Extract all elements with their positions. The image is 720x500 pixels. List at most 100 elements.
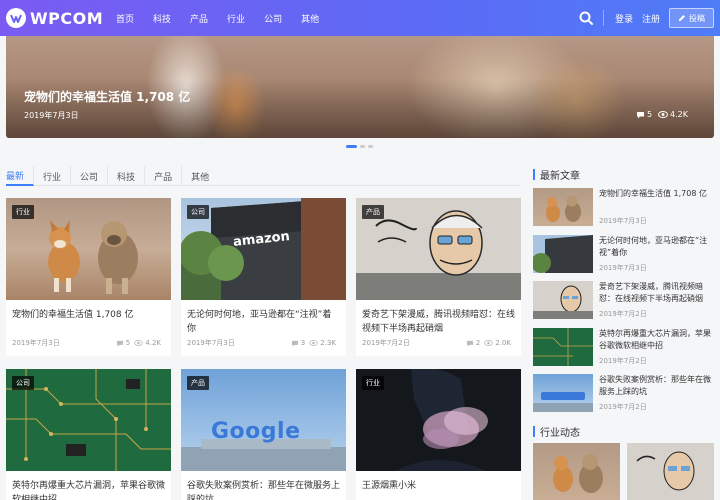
sidebar-article[interactable]: 英特尔再爆重大芯片漏洞，苹果谷歌微软相继中招 2019年7月2日 — [533, 328, 714, 368]
article-thumbnail[interactable]: amazon 公司 — [181, 198, 346, 300]
sidebar-article[interactable]: 爱奇艺下架漫威，腾讯视频暗怼：在线视频下半场再起硝烟 2019年7月2日 — [533, 281, 714, 321]
category-badge[interactable]: 行业 — [362, 376, 384, 390]
article-date: 2019年7月3日 — [187, 339, 235, 347]
tab-tech[interactable]: 科技 — [108, 166, 146, 186]
article-card[interactable]: 公司 英特尔再爆重大芯片漏洞，苹果谷歌微软相继中招 — [6, 369, 171, 500]
article-thumbnail[interactable]: 行业 — [356, 369, 521, 471]
hero-stats: 5 4.2K — [636, 110, 694, 119]
article-meta: 2019年7月2日 2 2.0K — [362, 338, 515, 348]
header-divider — [603, 10, 604, 26]
tab-company[interactable]: 公司 — [71, 166, 109, 186]
register-link[interactable]: 注册 — [642, 12, 660, 25]
article-title[interactable]: 宠物们的幸福生活值 1,708 亿 — [6, 300, 171, 338]
submit-post-label: 投稿 — [689, 13, 705, 23]
eye-icon — [484, 340, 494, 346]
nav-item-home[interactable]: 首页 — [116, 12, 134, 25]
google-sign-text: Google — [211, 419, 301, 444]
industry-news-thumbnail[interactable] — [533, 443, 620, 500]
article-title[interactable]: 谷歌失败案例赏析：那些年在微服务上踩的坑 — [181, 471, 346, 500]
industry-news-heading: 行业动态 — [533, 424, 580, 439]
nav-item-industry[interactable]: 行业 — [227, 12, 245, 25]
article-title[interactable]: 无论何时何地，亚马逊都在“注视”着你 — [181, 300, 346, 338]
hero-shade — [6, 78, 714, 138]
login-link[interactable]: 登录 — [615, 12, 633, 25]
eye-icon — [309, 340, 319, 346]
tab-other[interactable]: 其他 — [182, 166, 218, 186]
article-card[interactable]: 产品 爱奇艺下架漫威，腾讯视频暗怼：在线视频下半场再起硝烟 2019年7月2日 … — [356, 198, 521, 356]
category-tabs: 最新 行业 公司 科技 产品 其他 — [6, 166, 520, 186]
google-sign-image — [533, 392, 593, 412]
nav-item-tech[interactable]: 科技 — [153, 12, 171, 25]
dogs-image — [553, 454, 603, 493]
sidebar-article-title[interactable]: 谷歌失败案例赏析：那些年在微服务上踩的坑 — [599, 374, 714, 398]
hero-slider[interactable]: 宠物们的幸福生活值 1,708 亿 2019年7月3日 5 4.2K — [6, 36, 714, 138]
view-count: 2.0K — [495, 339, 511, 347]
dogs-image — [546, 195, 581, 222]
article-thumbnail[interactable]: 产品 — [356, 198, 521, 300]
slider-dot[interactable] — [368, 145, 373, 148]
tab-product[interactable]: 产品 — [145, 166, 183, 186]
slider-pagination — [346, 145, 376, 148]
sidebar-article[interactable]: 无论何时何地，亚马逊都在“注视”着你 2019年7月3日 — [533, 235, 714, 275]
stan-lee-mural-image — [533, 285, 593, 319]
hero-title[interactable]: 宠物们的幸福生活值 1,708 亿 — [24, 88, 190, 105]
article-title[interactable]: 英特尔再爆重大芯片漏洞，苹果谷歌微软相继中招 — [6, 471, 171, 500]
nav-item-company[interactable]: 公司 — [264, 12, 282, 25]
industry-news-thumbnail[interactable] — [627, 443, 714, 500]
sidebar-article-date: 2019年7月3日 — [599, 217, 647, 225]
sidebar-article-title[interactable]: 英特尔再爆重大芯片漏洞，苹果谷歌微软相继中招 — [599, 328, 714, 352]
sidebar-article-thumbnail[interactable] — [533, 374, 593, 412]
article-meta: 2019年7月3日 5 4.2K — [12, 338, 165, 348]
view-count: 2.3K — [320, 339, 336, 347]
comment-icon — [636, 111, 644, 118]
article-thumbnail[interactable]: Google 产品 — [181, 369, 346, 471]
hero-views: 4.2K — [670, 110, 688, 119]
sidebar-article[interactable]: 宠物们的幸福生活值 1,708 亿 2019年7月3日 — [533, 188, 714, 228]
slider-dot[interactable] — [346, 145, 357, 148]
comment-count: 2 — [475, 339, 481, 347]
comment-count: 5 — [125, 339, 131, 347]
hero-date: 2019年7月3日 — [24, 111, 79, 120]
article-thumbnail[interactable]: 公司 — [6, 369, 171, 471]
article-date: 2019年7月2日 — [362, 339, 410, 347]
latest-articles-heading-text: 最新文章 — [540, 171, 580, 182]
comment-icon — [116, 340, 123, 347]
submit-post-button[interactable]: 投稿 — [669, 8, 714, 28]
main-nav: 首页 科技 产品 行业 公司 其他 — [116, 0, 338, 36]
sidebar-article-thumbnail[interactable] — [533, 281, 593, 319]
category-badge[interactable]: 产品 — [187, 376, 209, 390]
tab-industry[interactable]: 行业 — [34, 166, 72, 186]
article-card[interactable]: 行业 王源烟熏小米 — [356, 369, 521, 500]
sidebar-article-thumbnail[interactable] — [533, 328, 593, 366]
sidebar-article-title[interactable]: 爱奇艺下架漫威，腾讯视频暗怼：在线视频下半场再起硝烟 — [599, 281, 714, 305]
sidebar-article-thumbnail[interactable] — [533, 235, 593, 273]
sidebar-article-title[interactable]: 无论何时何地，亚马逊都在“注视”着你 — [599, 235, 714, 259]
amazon-building-image — [533, 235, 593, 273]
search-icon[interactable] — [578, 10, 594, 26]
slider-dot[interactable] — [360, 145, 365, 148]
article-meta: 2019年7月3日 3 2.3K — [187, 338, 340, 348]
article-card[interactable]: amazon 公司 无论何时何地，亚马逊都在“注视”着你 2019年7月3日 3… — [181, 198, 346, 356]
article-card[interactable]: 行业 宠物们的幸福生活值 1,708 亿 2019年7月3日 5 4.2K — [6, 198, 171, 356]
article-thumbnail[interactable]: 行业 — [6, 198, 171, 300]
tab-latest[interactable]: 最新 — [6, 166, 35, 186]
sidebar-article-thumbnail[interactable] — [533, 188, 593, 226]
sidebar-article[interactable]: 谷歌失败案例赏析：那些年在微服务上踩的坑 2019年7月2日 — [533, 374, 714, 414]
article-title[interactable]: 爱奇艺下架漫威，腾讯视频暗怼：在线视频下半场再起硝烟 — [356, 300, 521, 338]
article-card[interactable]: Google 产品 谷歌失败案例赏析：那些年在微服务上踩的坑 — [181, 369, 346, 500]
category-badge[interactable]: 公司 — [187, 205, 209, 219]
industry-news-heading-text: 行业动态 — [540, 428, 580, 439]
category-badge[interactable]: 公司 — [12, 376, 34, 390]
nav-item-product[interactable]: 产品 — [190, 12, 208, 25]
latest-articles-heading: 最新文章 — [533, 167, 580, 182]
sidebar-article-title[interactable]: 宠物们的幸福生活值 1,708 亿 — [599, 188, 714, 200]
category-badge[interactable]: 产品 — [362, 205, 384, 219]
category-badge[interactable]: 行业 — [12, 205, 34, 219]
article-stats: 5 4.2K — [116, 338, 165, 348]
logo-icon — [6, 8, 26, 28]
site-logo[interactable]: WPCOM — [6, 8, 103, 28]
nav-item-other[interactable]: 其他 — [301, 12, 319, 25]
eye-icon — [658, 111, 669, 118]
article-title[interactable]: 王源烟熏小米 — [356, 471, 521, 500]
comment-icon — [291, 340, 298, 347]
